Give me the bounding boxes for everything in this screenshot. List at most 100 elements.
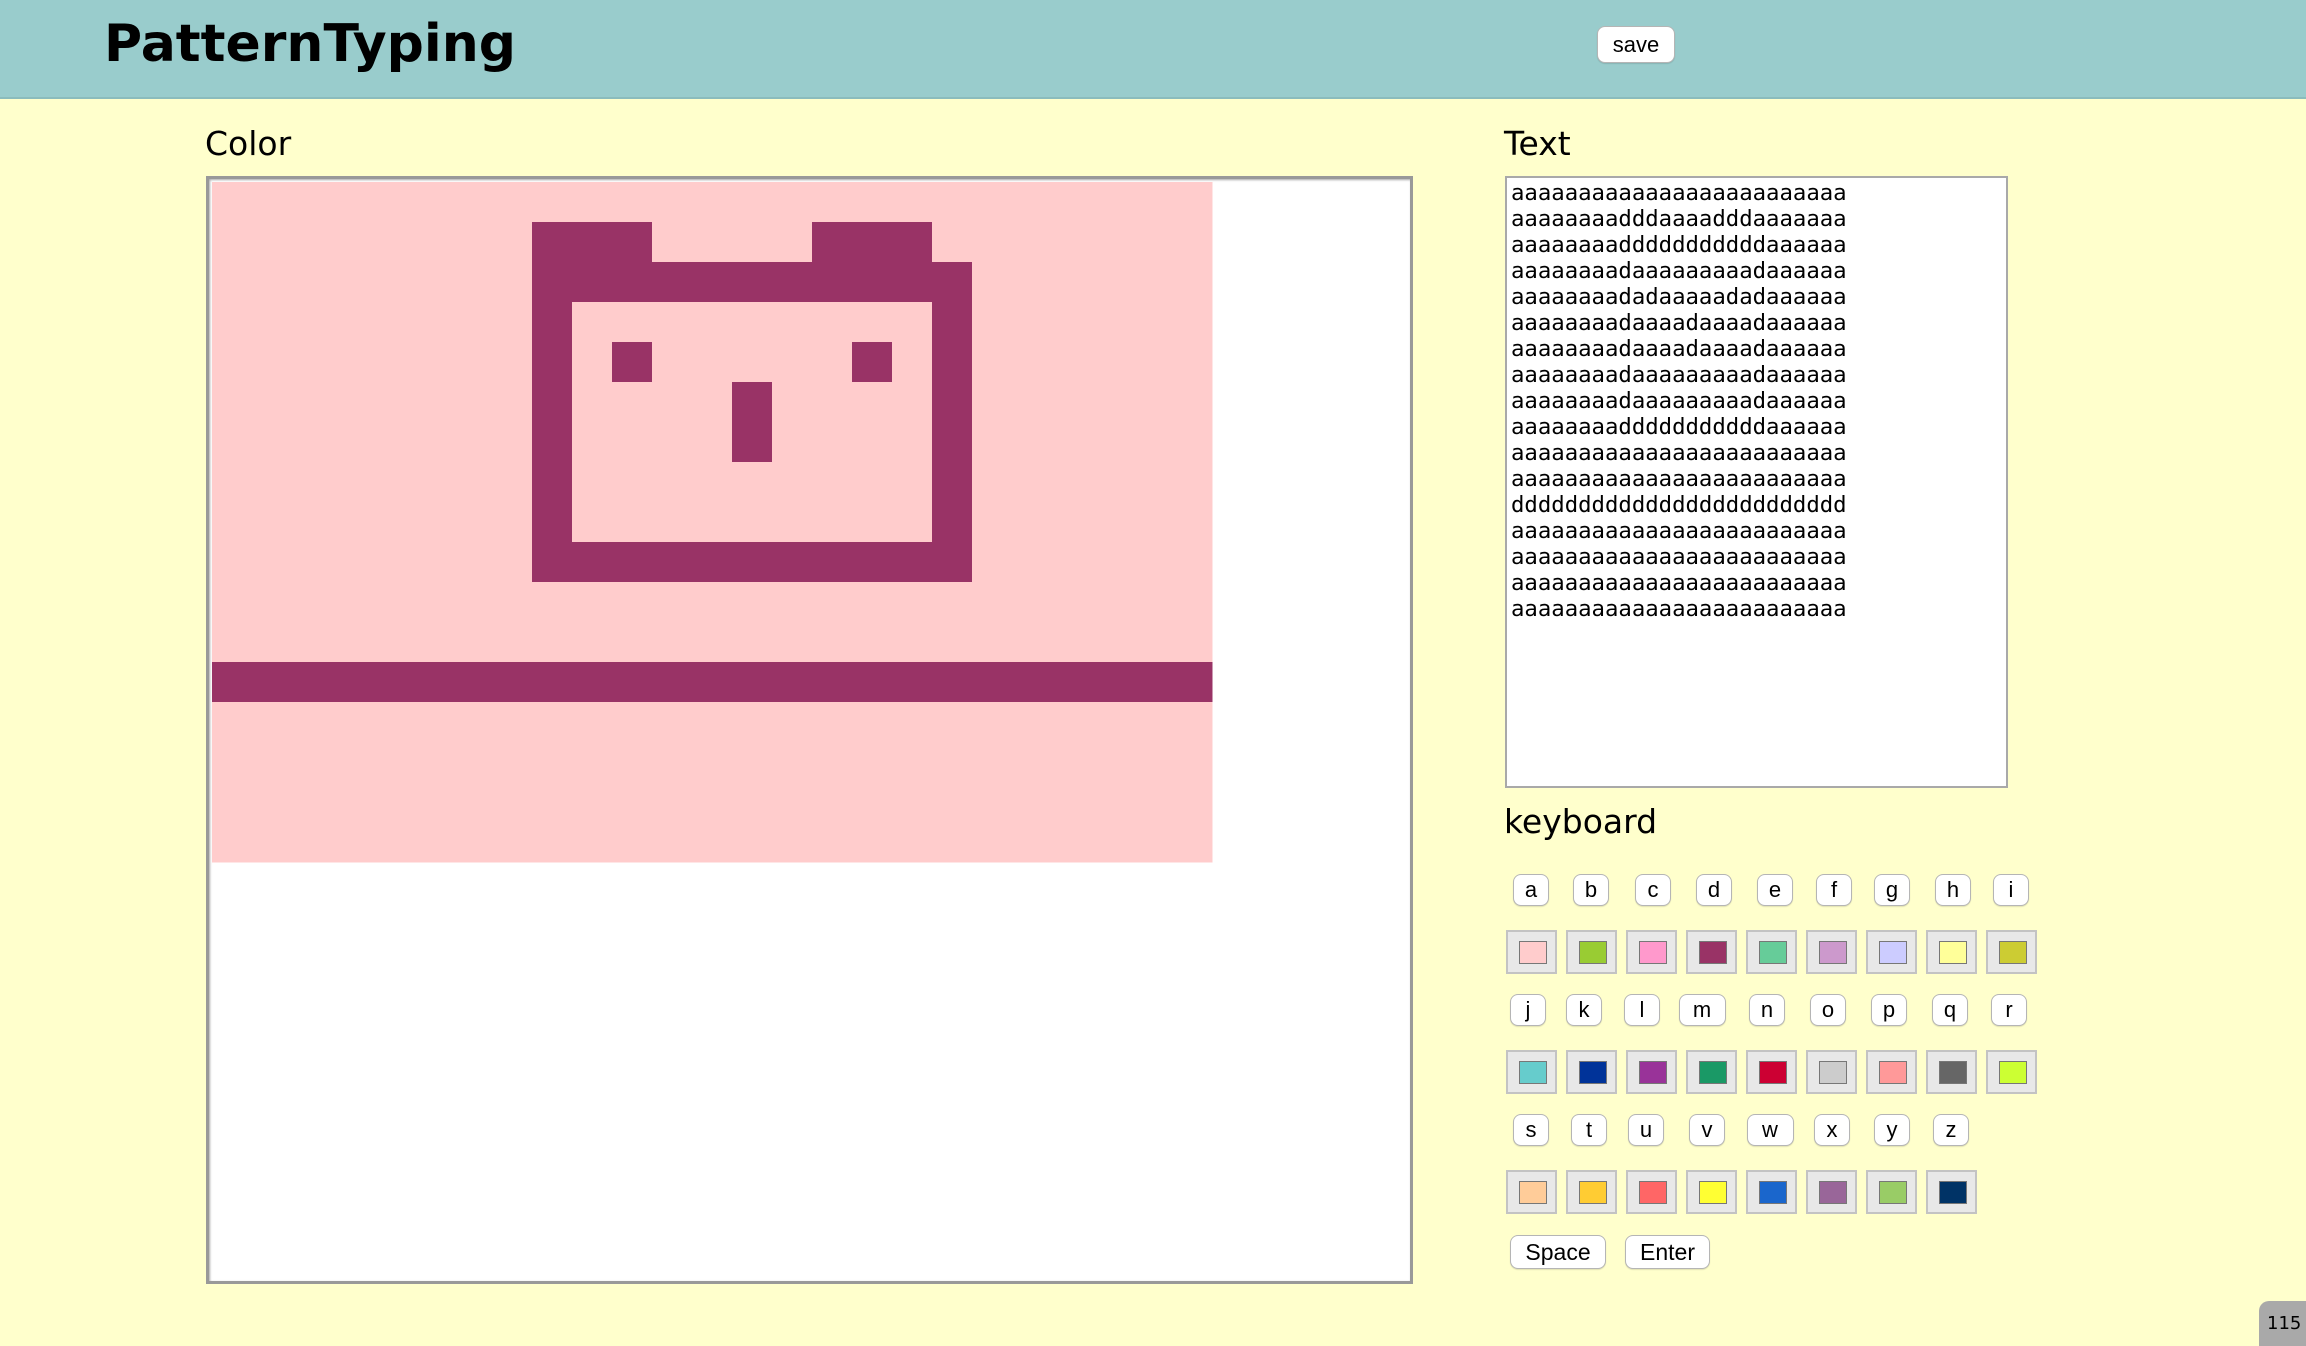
pattern-cell (772, 582, 813, 623)
key-q[interactable]: q (1932, 994, 1968, 1026)
color-swatch-f[interactable] (1806, 930, 1857, 974)
swatch-color-y (1879, 1181, 1907, 1204)
color-swatch-y[interactable] (1866, 1170, 1917, 1214)
pattern-cell (492, 462, 533, 503)
color-swatch-g[interactable] (1866, 930, 1917, 974)
color-swatch-v[interactable] (1686, 1170, 1737, 1214)
pattern-cell (772, 622, 813, 663)
save-button[interactable]: save (1597, 26, 1675, 63)
pattern-cell (412, 222, 453, 263)
key-g[interactable]: g (1874, 874, 1910, 906)
pattern-cell (892, 742, 933, 783)
color-swatch-t[interactable] (1566, 1170, 1617, 1214)
key-p[interactable]: p (1871, 994, 1907, 1026)
pattern-text-input[interactable] (1505, 176, 2008, 788)
pattern-cell (852, 382, 893, 423)
pattern-cell (252, 422, 293, 463)
key-b[interactable]: b (1573, 874, 1609, 906)
pattern-cell (372, 702, 413, 743)
pattern-cell (1092, 742, 1133, 783)
pattern-cell (212, 742, 253, 783)
color-swatch-c[interactable] (1626, 930, 1677, 974)
color-swatch-l[interactable] (1626, 1050, 1677, 1094)
color-swatch-r[interactable] (1986, 1050, 2037, 1094)
pattern-cell (532, 622, 573, 663)
key-m[interactable]: m (1678, 994, 1726, 1026)
color-swatch-k[interactable] (1566, 1050, 1617, 1094)
color-swatch-a[interactable] (1506, 930, 1557, 974)
color-swatch-w[interactable] (1746, 1170, 1797, 1214)
color-swatch-h[interactable] (1926, 930, 1977, 974)
pattern-cell (732, 742, 773, 783)
pattern-cell (612, 262, 653, 303)
pattern-cell (652, 822, 693, 863)
key-j[interactable]: j (1510, 994, 1546, 1026)
key-w[interactable]: w (1746, 1114, 1794, 1146)
color-swatch-j[interactable] (1506, 1050, 1557, 1094)
key-n[interactable]: n (1749, 994, 1785, 1026)
pattern-cell (332, 542, 373, 583)
swatch-color-z (1939, 1181, 1967, 1204)
pattern-cell (332, 742, 373, 783)
pattern-cell (1012, 462, 1053, 503)
key-l[interactable]: l (1624, 994, 1660, 1026)
pattern-cell (452, 182, 493, 223)
pattern-cell (772, 182, 813, 223)
pattern-cell (572, 742, 613, 783)
color-swatch-o[interactable] (1806, 1050, 1857, 1094)
key-y[interactable]: y (1874, 1114, 1910, 1146)
key-u[interactable]: u (1628, 1114, 1664, 1146)
pattern-cell (492, 542, 533, 583)
color-swatch-q[interactable] (1926, 1050, 1977, 1094)
pattern-cell (772, 382, 813, 423)
key-x[interactable]: x (1814, 1114, 1850, 1146)
pattern-cell (492, 582, 533, 623)
pattern-cell (652, 182, 693, 223)
color-swatch-b[interactable] (1566, 930, 1617, 974)
pattern-cell (292, 182, 333, 223)
pattern-cell (1172, 462, 1213, 503)
key-a[interactable]: a (1513, 874, 1549, 906)
color-swatch-d[interactable] (1686, 930, 1737, 974)
color-swatch-p[interactable] (1866, 1050, 1917, 1094)
pattern-canvas[interactable] (206, 176, 1413, 1284)
key-o[interactable]: o (1810, 994, 1846, 1026)
key-d[interactable]: d (1696, 874, 1732, 906)
key-f[interactable]: f (1816, 874, 1852, 906)
color-swatch-z[interactable] (1926, 1170, 1977, 1214)
pattern-cell (892, 182, 933, 223)
enter-key[interactable]: Enter (1625, 1235, 1710, 1269)
key-s[interactable]: s (1513, 1114, 1549, 1146)
color-swatch-u[interactable] (1626, 1170, 1677, 1214)
pattern-cell (492, 222, 533, 263)
key-i[interactable]: i (1993, 874, 2029, 906)
key-z[interactable]: z (1933, 1114, 1969, 1146)
color-swatch-i[interactable] (1986, 930, 2037, 974)
pattern-cell (1052, 582, 1093, 623)
key-v[interactable]: v (1689, 1114, 1725, 1146)
pattern-cell (492, 182, 533, 223)
pattern-cell (692, 262, 733, 303)
key-t[interactable]: t (1571, 1114, 1607, 1146)
pattern-cell (492, 822, 533, 863)
color-swatch-s[interactable] (1506, 1170, 1557, 1214)
pattern-cell (972, 622, 1013, 663)
space-key[interactable]: Space (1510, 1235, 1606, 1269)
key-h[interactable]: h (1935, 874, 1971, 906)
color-swatch-x[interactable] (1806, 1170, 1857, 1214)
pattern-cell (932, 622, 973, 663)
pattern-cell (372, 382, 413, 423)
pattern-cell (372, 582, 413, 623)
pattern-cell (972, 662, 1013, 703)
pattern-cell (532, 582, 573, 623)
key-c[interactable]: c (1635, 874, 1671, 906)
color-swatch-n[interactable] (1746, 1050, 1797, 1094)
pattern-cell (1132, 422, 1173, 463)
pattern-cell (412, 182, 453, 223)
key-k[interactable]: k (1566, 994, 1602, 1026)
key-r[interactable]: r (1991, 994, 2027, 1026)
pattern-cell (852, 222, 893, 263)
color-swatch-e[interactable] (1746, 930, 1797, 974)
color-swatch-m[interactable] (1686, 1050, 1737, 1094)
key-e[interactable]: e (1757, 874, 1793, 906)
